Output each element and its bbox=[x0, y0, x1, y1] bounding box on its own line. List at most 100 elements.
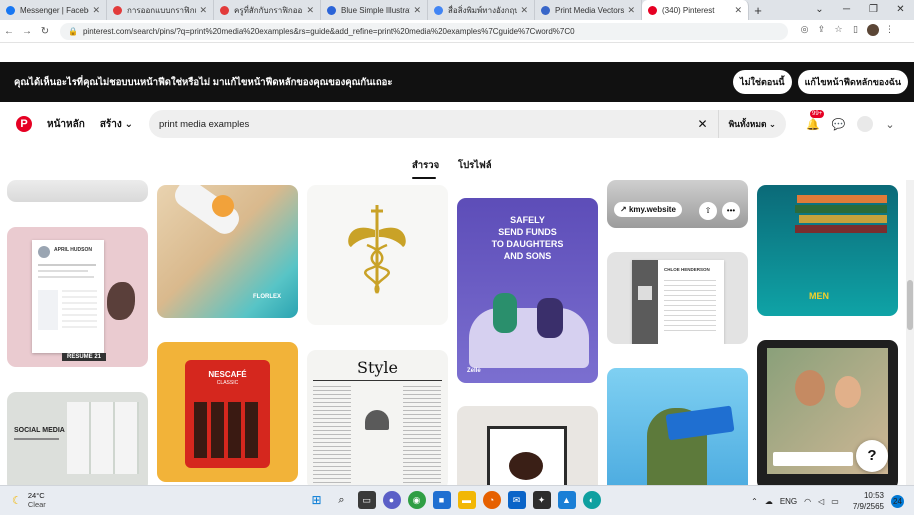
close-tab-icon[interactable]: ✕ bbox=[627, 5, 635, 16]
messages-icon[interactable]: 💬 bbox=[832, 118, 846, 131]
pin-card-chloe-resume[interactable]: CHLOE HENDERSON bbox=[607, 252, 748, 344]
system-tray: ⌃ ☁ ENG ◠ ◁ ▭ 10:53 7/9/2565 24 bbox=[744, 490, 904, 512]
pin-card-nescafe[interactable]: NESCAFÉ CLASSIC bbox=[157, 342, 298, 482]
beach-brand: FLORLEX bbox=[253, 294, 281, 300]
browser-tab[interactable]: Messenger | Facebook✕ bbox=[0, 0, 107, 20]
file-explorer-icon[interactable]: ▬ bbox=[457, 491, 476, 509]
account-chevron-icon[interactable]: ⌄ bbox=[885, 118, 894, 131]
tab-search-icon[interactable]: ⌄ bbox=[806, 0, 833, 20]
coffee-cup bbox=[509, 452, 543, 480]
close-tab-icon[interactable]: ✕ bbox=[734, 5, 742, 16]
windows-taskbar: ☾ 24°C Clear ⊞ ⌕ ▭ ● ◉ ■ ▬ ◔ ✉ ✦ ▲ ◐ ⌃ ☁… bbox=[0, 485, 914, 515]
plant-leaves bbox=[107, 282, 135, 320]
notification-badge: 99+ bbox=[809, 109, 825, 118]
browser-tab[interactable]: การออกแบบกราฟิกเบื้อง✕ bbox=[107, 0, 214, 20]
new-tab-button[interactable]: + bbox=[749, 0, 767, 20]
create-menu[interactable]: สร้าง ⌄ bbox=[100, 117, 133, 132]
notifications-bell-icon[interactable]: 🔔 99+ bbox=[806, 109, 825, 131]
user-avatar[interactable] bbox=[857, 116, 874, 132]
pin-card-resume[interactable]: APRIL HUDSON RESUME 21 bbox=[7, 227, 148, 367]
firefox-icon[interactable]: ◔ bbox=[482, 491, 501, 509]
resume-label: RESUME 21 bbox=[62, 353, 107, 361]
share-icon[interactable]: ⇧ bbox=[699, 202, 717, 220]
task-view-icon[interactable]: ▭ bbox=[357, 491, 376, 509]
close-window-icon[interactable]: ✕ bbox=[887, 0, 914, 20]
search-input[interactable]: print media examples bbox=[159, 119, 698, 130]
close-tab-icon[interactable]: ✕ bbox=[306, 5, 314, 16]
pin-card-kmy-website[interactable]: ↗ kmy.website ⇧ ••• bbox=[607, 180, 748, 228]
scrollbar-thumb[interactable] bbox=[907, 280, 913, 330]
weather-widget[interactable]: ☾ 24°C Clear bbox=[12, 491, 46, 509]
browser-tab[interactable]: Blue Simple Illustratio ✕ bbox=[321, 0, 428, 20]
edge-icon[interactable]: ◐ bbox=[582, 491, 601, 509]
url-bar[interactable]: 🔒 pinterest.com/search/pins/?q=print%20m… bbox=[60, 22, 788, 40]
pin-card-caduceus-logo[interactable] bbox=[307, 185, 448, 325]
app-icon[interactable]: ✦ bbox=[532, 491, 551, 509]
pinterest-logo[interactable]: P bbox=[16, 116, 32, 132]
pin-card-style-newspaper[interactable]: Style bbox=[307, 350, 448, 485]
tray-chevron-icon[interactable]: ⌃ bbox=[751, 497, 758, 506]
browser-tab[interactable]: (340) Pinterest ✕ bbox=[642, 0, 749, 20]
pin-card-social-media[interactable]: SOCIAL MEDIA bbox=[7, 392, 148, 485]
pin-card[interactable] bbox=[7, 180, 148, 202]
browser-tab[interactable]: ครูที่สักกับกราฟิกออกแบบ✕ bbox=[214, 0, 321, 20]
home-link[interactable]: หน้าหลัก bbox=[47, 117, 85, 132]
more-options-icon[interactable]: ••• bbox=[722, 202, 740, 220]
pin-card-send-funds[interactable]: SAFELY SEND FUNDS TO DAUGHTERS AND SONS … bbox=[457, 198, 598, 383]
rule-line bbox=[313, 380, 442, 381]
mail-icon[interactable]: ✉ bbox=[507, 491, 526, 509]
menu-kebab-icon[interactable]: ⋮ bbox=[881, 24, 898, 38]
search-bar[interactable]: print media examples ✕ พินทั้งหมด ⌄ bbox=[148, 110, 786, 138]
source-link-pill[interactable]: ↗ kmy.website bbox=[614, 202, 682, 217]
notification-count-badge[interactable]: 24 bbox=[891, 494, 904, 508]
pin-card-credit-card[interactable] bbox=[607, 368, 748, 485]
tab-explore[interactable]: สำรวจ bbox=[412, 158, 439, 173]
battery-icon[interactable]: ▭ bbox=[831, 497, 839, 506]
pin-card-coffee[interactable] bbox=[457, 406, 598, 485]
google-lens-icon[interactable]: ◎ bbox=[796, 24, 813, 38]
close-tab-icon[interactable]: ✕ bbox=[199, 5, 207, 16]
pin-card-men-books[interactable]: MEN bbox=[757, 185, 898, 316]
pinterest-header: P หน้าหลัก สร้าง ⌄ print media examples … bbox=[0, 104, 914, 144]
share-icon[interactable]: ⇪ bbox=[813, 24, 830, 38]
volume-icon[interactable]: ◁ bbox=[818, 497, 824, 506]
close-tab-icon[interactable]: ✕ bbox=[413, 5, 421, 16]
tab-profiles[interactable]: โปรไฟล์ bbox=[458, 158, 492, 173]
resume-photo bbox=[638, 286, 652, 300]
chat-icon[interactable]: ● bbox=[382, 491, 401, 509]
search-icon[interactable]: ⌕ bbox=[333, 491, 351, 509]
close-tab-icon[interactable]: ✕ bbox=[92, 5, 100, 16]
profile-avatar[interactable] bbox=[864, 24, 881, 38]
page-scrollbar[interactable] bbox=[906, 180, 914, 485]
close-tab-icon[interactable]: ✕ bbox=[520, 5, 528, 16]
photos-icon[interactable]: ▲ bbox=[557, 491, 576, 509]
windows-start-icon[interactable]: ⊞ bbox=[308, 491, 326, 509]
pin-filter-dropdown[interactable]: พินทั้งหมด ⌄ bbox=[717, 110, 786, 138]
resume-line bbox=[38, 264, 96, 266]
minimize-icon[interactable]: ─ bbox=[833, 0, 860, 20]
browser-tab[interactable]: สื่อสิ่งพิมพ์ทางอังกฤษ ✕ bbox=[428, 0, 535, 20]
book-spine bbox=[797, 195, 887, 203]
reload-icon[interactable]: ↻ bbox=[36, 26, 54, 37]
funds-line4: AND SONS bbox=[503, 251, 552, 261]
back-icon[interactable]: ← bbox=[0, 26, 18, 37]
person-face bbox=[795, 370, 825, 406]
photoshop-icon[interactable]: ■ bbox=[432, 491, 451, 509]
pin-card-beach[interactable]: FLORLEX bbox=[157, 185, 298, 318]
chrome-icon[interactable]: ◉ bbox=[407, 491, 426, 509]
clock[interactable]: 10:53 7/9/2565 bbox=[846, 490, 884, 512]
banner-text: คุณได้เห็นอะไรที่คุณไม่ชอบบนหน้าฟีดใช่หร… bbox=[14, 76, 393, 88]
browser-tab[interactable]: Print Media Vectors, I ✕ bbox=[535, 0, 642, 20]
forward-icon[interactable]: → bbox=[18, 26, 36, 37]
help-button[interactable]: ? bbox=[856, 440, 888, 472]
onedrive-icon[interactable]: ☁ bbox=[765, 497, 773, 506]
restore-icon[interactable]: ❐ bbox=[860, 0, 887, 20]
feed-banner: คุณได้เห็นอะไรที่คุณไม่ชอบบนหน้าฟีดใช่หร… bbox=[0, 62, 914, 102]
not-now-button[interactable]: ไม่ใช่ตอนนี้ bbox=[733, 70, 792, 94]
sidebar-icon[interactable]: ▯ bbox=[847, 24, 864, 38]
clear-search-icon[interactable]: ✕ bbox=[698, 117, 708, 131]
language-indicator[interactable]: ENG bbox=[780, 497, 797, 506]
edit-feed-button[interactable]: แก้ไขหน้าฟีดหลักของฉัน bbox=[797, 70, 908, 94]
bookmark-star-icon[interactable]: ☆ bbox=[830, 24, 847, 38]
wifi-icon[interactable]: ◠ bbox=[804, 497, 811, 506]
